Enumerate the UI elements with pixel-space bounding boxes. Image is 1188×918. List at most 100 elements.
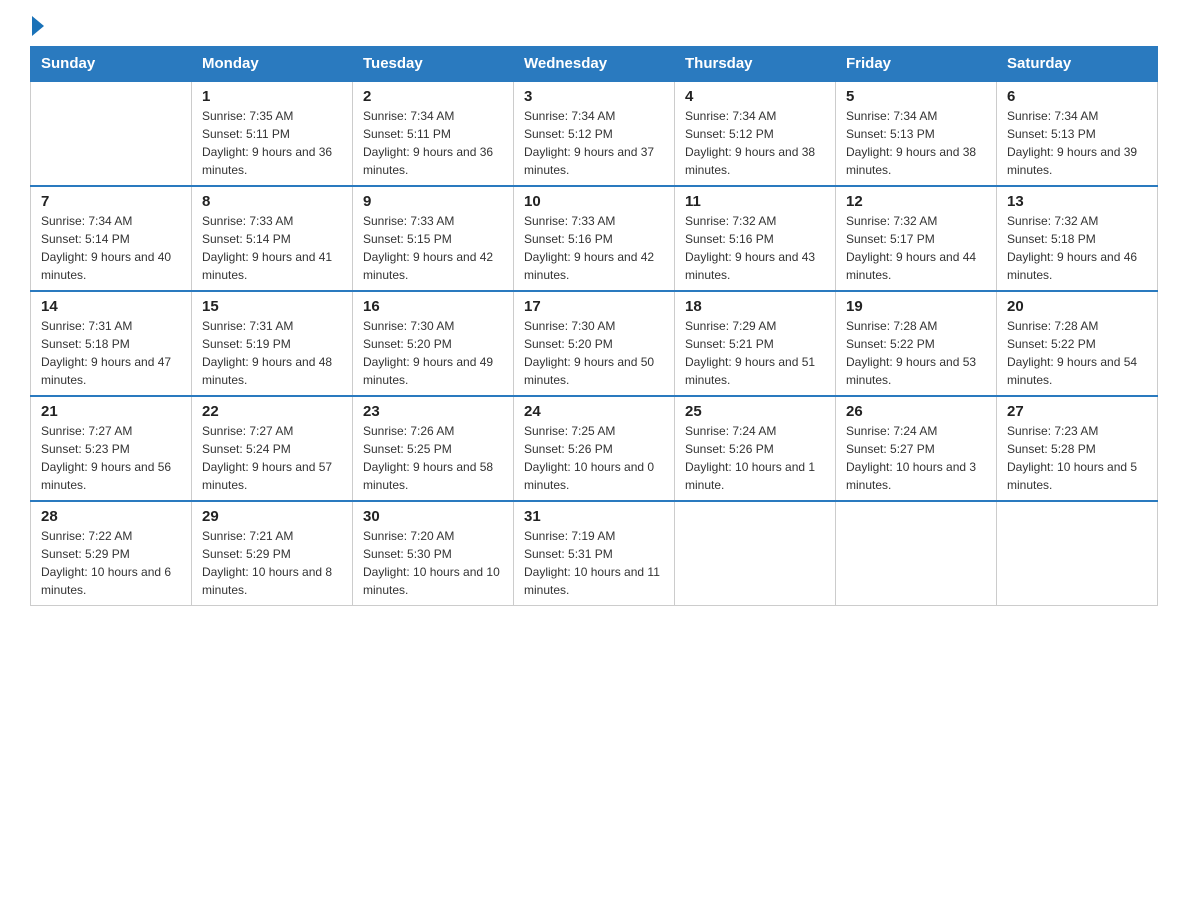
calendar-cell xyxy=(997,501,1158,606)
calendar-cell: 14Sunrise: 7:31 AMSunset: 5:18 PMDayligh… xyxy=(31,291,192,396)
calendar-cell: 21Sunrise: 7:27 AMSunset: 5:23 PMDayligh… xyxy=(31,396,192,501)
calendar-header-row: SundayMondayTuesdayWednesdayThursdayFrid… xyxy=(31,47,1158,82)
day-info: Sunrise: 7:26 AMSunset: 5:25 PMDaylight:… xyxy=(363,422,503,494)
header-wednesday: Wednesday xyxy=(514,47,675,82)
calendar-cell: 30Sunrise: 7:20 AMSunset: 5:30 PMDayligh… xyxy=(353,501,514,606)
calendar-cell: 29 Sunrise: 7:21 AMSunset: 5:29 PMDayligh… xyxy=(192,501,353,606)
header-saturday: Saturday xyxy=(997,47,1158,82)
day-number: 6 xyxy=(1007,88,1147,105)
calendar-cell: 19 Sunrise: 7:28 AMSunset: 5:22 PMDayligh… xyxy=(836,291,997,396)
day-info: Sunrise: 7:30 AMSunset: 5:20 PMDaylight:… xyxy=(524,317,664,389)
calendar-cell: 31 Sunrise: 7:19 AMSunset: 5:31 PMDayligh… xyxy=(514,501,675,606)
day-number: 27 xyxy=(1007,403,1147,420)
calendar-cell: 18 Sunrise: 7:29 AMSunset: 5:21 PMDayligh… xyxy=(675,291,836,396)
day-number: 4 xyxy=(685,88,825,105)
header-monday: Monday xyxy=(192,47,353,82)
header-thursday: Thursday xyxy=(675,47,836,82)
calendar-cell: 12 Sunrise: 7:32 AMSunset: 5:17 PMDayligh… xyxy=(836,186,997,291)
calendar-cell: 17 Sunrise: 7:30 AMSunset: 5:20 PMDayligh… xyxy=(514,291,675,396)
calendar-cell xyxy=(675,501,836,606)
day-info: Sunrise: 7:34 AMSunset: 5:13 PMDaylight:… xyxy=(1007,107,1147,179)
day-number: 23 xyxy=(363,403,503,420)
day-info: Sunrise: 7:35 AMSunset: 5:11 PMDaylight:… xyxy=(202,107,342,179)
day-number: 12 xyxy=(846,193,986,210)
day-info: Sunrise: 7:34 AMSunset: 5:12 PMDaylight:… xyxy=(685,107,825,179)
day-number: 20 xyxy=(1007,298,1147,315)
day-number: 3 xyxy=(524,88,664,105)
calendar-cell: 3Sunrise: 7:34 AMSunset: 5:12 PMDaylight… xyxy=(514,81,675,186)
day-number: 8 xyxy=(202,193,342,210)
day-info: Sunrise: 7:23 AMSunset: 5:28 PMDaylight:… xyxy=(1007,422,1147,494)
day-info: Sunrise: 7:22 AMSunset: 5:29 PMDaylight:… xyxy=(41,527,181,599)
calendar-cell: 9Sunrise: 7:33 AMSunset: 5:15 PMDaylight… xyxy=(353,186,514,291)
day-info: Sunrise: 7:28 AMSunset: 5:22 PMDaylight:… xyxy=(846,317,986,389)
day-info: Sunrise: 7:24 AMSunset: 5:26 PMDaylight:… xyxy=(685,422,825,494)
day-number: 5 xyxy=(846,88,986,105)
day-info: Sunrise: 7:33 AMSunset: 5:16 PMDaylight:… xyxy=(524,212,664,284)
logo-triangle-icon xyxy=(32,16,44,36)
header-tuesday: Tuesday xyxy=(353,47,514,82)
calendar-cell xyxy=(836,501,997,606)
calendar-cell: 20 Sunrise: 7:28 AMSunset: 5:22 PMDayligh… xyxy=(997,291,1158,396)
calendar-cell: 28 Sunrise: 7:22 AMSunset: 5:29 PMDayligh… xyxy=(31,501,192,606)
calendar-cell: 27 Sunrise: 7:23 AMSunset: 5:28 PMDayligh… xyxy=(997,396,1158,501)
day-info: Sunrise: 7:19 AMSunset: 5:31 PMDaylight:… xyxy=(524,527,664,599)
day-info: Sunrise: 7:30 AMSunset: 5:20 PMDaylight:… xyxy=(363,317,503,389)
header-sunday: Sunday xyxy=(31,47,192,82)
day-number: 25 xyxy=(685,403,825,420)
day-info: Sunrise: 7:34 AMSunset: 5:13 PMDaylight:… xyxy=(846,107,986,179)
calendar-cell: 16 Sunrise: 7:30 AMSunset: 5:20 PMDayligh… xyxy=(353,291,514,396)
calendar-cell: 22 Sunrise: 7:27 AMSunset: 5:24 PMDayligh… xyxy=(192,396,353,501)
day-number: 16 xyxy=(363,298,503,315)
day-number: 29 xyxy=(202,508,342,525)
calendar-cell: 23 Sunrise: 7:26 AMSunset: 5:25 PMDayligh… xyxy=(353,396,514,501)
day-number: 22 xyxy=(202,403,342,420)
day-number: 7 xyxy=(41,193,181,210)
day-info: Sunrise: 7:33 AMSunset: 5:15 PMDaylight:… xyxy=(363,212,503,284)
day-info: Sunrise: 7:34 AMSunset: 5:11 PMDaylight:… xyxy=(363,107,503,179)
calendar-cell: 26Sunrise: 7:24 AMSunset: 5:27 PMDayligh… xyxy=(836,396,997,501)
calendar-cell: 4 Sunrise: 7:34 AMSunset: 5:12 PMDaylight… xyxy=(675,81,836,186)
calendar-cell: 10 Sunrise: 7:33 AMSunset: 5:16 PMDayligh… xyxy=(514,186,675,291)
calendar-week-row: 1 Sunrise: 7:35 AMSunset: 5:11 PMDaylight… xyxy=(31,81,1158,186)
calendar-week-row: 7 Sunrise: 7:34 AMSunset: 5:14 PMDaylight… xyxy=(31,186,1158,291)
day-number: 15 xyxy=(202,298,342,315)
day-number: 1 xyxy=(202,88,342,105)
day-number: 14 xyxy=(41,298,181,315)
page-header xyxy=(30,20,1158,36)
calendar-cell: 6 Sunrise: 7:34 AMSunset: 5:13 PMDaylight… xyxy=(997,81,1158,186)
day-number: 13 xyxy=(1007,193,1147,210)
day-info: Sunrise: 7:27 AMSunset: 5:23 PMDaylight:… xyxy=(41,422,181,494)
day-number: 19 xyxy=(846,298,986,315)
calendar-cell: 11 Sunrise: 7:32 AMSunset: 5:16 PMDayligh… xyxy=(675,186,836,291)
calendar-cell: 24Sunrise: 7:25 AMSunset: 5:26 PMDayligh… xyxy=(514,396,675,501)
logo xyxy=(30,20,44,36)
day-number: 18 xyxy=(685,298,825,315)
day-number: 10 xyxy=(524,193,664,210)
day-number: 28 xyxy=(41,508,181,525)
day-info: Sunrise: 7:32 AMSunset: 5:17 PMDaylight:… xyxy=(846,212,986,284)
day-info: Sunrise: 7:33 AMSunset: 5:14 PMDaylight:… xyxy=(202,212,342,284)
day-info: Sunrise: 7:31 AMSunset: 5:19 PMDaylight:… xyxy=(202,317,342,389)
calendar-week-row: 14Sunrise: 7:31 AMSunset: 5:18 PMDayligh… xyxy=(31,291,1158,396)
calendar-cell: 7 Sunrise: 7:34 AMSunset: 5:14 PMDaylight… xyxy=(31,186,192,291)
day-info: Sunrise: 7:32 AMSunset: 5:16 PMDaylight:… xyxy=(685,212,825,284)
calendar-cell: 15 Sunrise: 7:31 AMSunset: 5:19 PMDayligh… xyxy=(192,291,353,396)
day-info: Sunrise: 7:24 AMSunset: 5:27 PMDaylight:… xyxy=(846,422,986,494)
calendar-cell: 13 Sunrise: 7:32 AMSunset: 5:18 PMDayligh… xyxy=(997,186,1158,291)
day-info: Sunrise: 7:34 AMSunset: 5:14 PMDaylight:… xyxy=(41,212,181,284)
day-number: 2 xyxy=(363,88,503,105)
calendar-cell xyxy=(31,81,192,186)
calendar-week-row: 28 Sunrise: 7:22 AMSunset: 5:29 PMDayligh… xyxy=(31,501,1158,606)
calendar-cell: 2 Sunrise: 7:34 AMSunset: 5:11 PMDaylight… xyxy=(353,81,514,186)
day-info: Sunrise: 7:21 AMSunset: 5:29 PMDaylight:… xyxy=(202,527,342,599)
day-info: Sunrise: 7:28 AMSunset: 5:22 PMDaylight:… xyxy=(1007,317,1147,389)
day-number: 17 xyxy=(524,298,664,315)
header-friday: Friday xyxy=(836,47,997,82)
day-number: 31 xyxy=(524,508,664,525)
day-info: Sunrise: 7:29 AMSunset: 5:21 PMDaylight:… xyxy=(685,317,825,389)
day-number: 11 xyxy=(685,193,825,210)
day-info: Sunrise: 7:32 AMSunset: 5:18 PMDaylight:… xyxy=(1007,212,1147,284)
day-info: Sunrise: 7:27 AMSunset: 5:24 PMDaylight:… xyxy=(202,422,342,494)
day-info: Sunrise: 7:20 AMSunset: 5:30 PMDaylight:… xyxy=(363,527,503,599)
